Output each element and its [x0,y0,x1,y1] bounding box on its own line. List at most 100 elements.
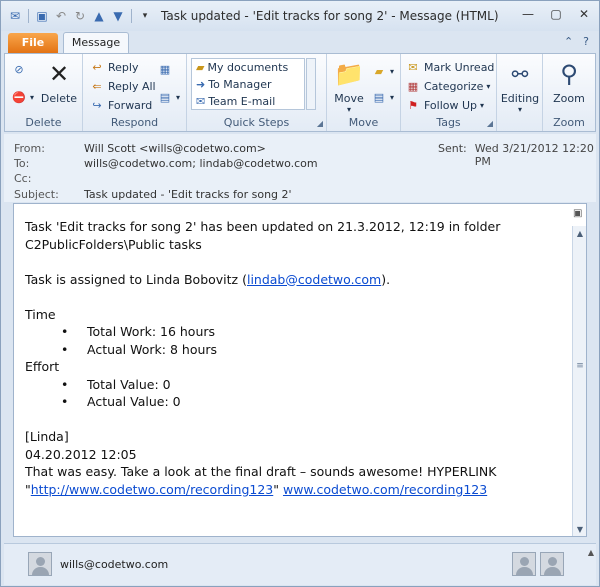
avatar[interactable] [512,552,536,576]
customize-qat-icon[interactable]: ▾ [137,8,153,24]
redo-icon[interactable]: ↻ [72,8,88,24]
list-item: • Actual Work: 8 hours [25,341,565,359]
recording-link-short[interactable]: www.codetwo.com/recording123 [283,482,487,497]
body-scrollbar[interactable]: ▲ ≡ ▼ [572,226,586,536]
avatar[interactable] [540,552,564,576]
move-button-label: Move [334,92,364,105]
tab-message[interactable]: Message [63,32,129,53]
mark-unread-button[interactable]: ✉ Mark Unread [405,58,494,76]
from-value[interactable]: Will Scott <wills@codetwo.com> [84,142,266,155]
follow-up-button[interactable]: ⚑ Follow Up ▾ [405,96,484,114]
bullet: • [61,324,69,339]
forward-manager-icon: ➜ [196,78,206,91]
quick-step-to-manager[interactable]: ➜ To Manager [192,76,304,93]
bullet: • [61,376,69,392]
junk-icon: ⛔ [12,90,26,104]
ribbon-right-controls: ⌃ ? [564,35,589,48]
reply-label: Reply [108,60,139,74]
move-group: 📁 Move ▾ ▰ ▾ ▤ ▾ Move [327,54,401,131]
categorize-button[interactable]: ▦ Categorize ▾ [405,77,491,95]
cc-label: Cc: [14,171,32,185]
meeting-button[interactable]: ▦ [157,60,173,78]
window-controls: — ▢ ✕ [521,7,591,21]
people-pane: wills@codetwo.com ▲ [4,543,596,585]
ribbon: ⊘ ⛔ ▾ ✕ Delete Delete ↩ Reply ⇐ Reply Al… [4,53,596,132]
title-bar: ✉ ▣ ↶ ↻ ▲ ▼ ▾ Task updated - 'Edit track… [1,1,599,31]
forward-icon: ↪ [92,98,102,112]
previous-item-icon[interactable]: ▲ [91,8,107,24]
reply-all-button[interactable]: ⇐ Reply All [89,77,155,95]
quick-steps-group: ▰ My documents ➜ To Manager ✉ Team E-mai… [187,54,327,131]
junk-button[interactable]: ⛔ ▾ [11,88,34,106]
outlook-app-icon[interactable]: ✉ [7,8,23,24]
list-item: • Actual Value: 0 [25,393,565,411]
to-value[interactable]: wills@codetwo.com; lindab@codetwo.com [84,157,318,170]
editing-button[interactable]: ⚯ Editing ▾ [499,58,541,114]
delete-button[interactable]: ✕ Delete [39,58,79,105]
delete-x-icon: ✕ [48,60,70,88]
categorize-label: Categorize [424,79,484,93]
actions-icon: ▤ [373,90,385,104]
recording-link[interactable]: http://www.codetwo.com/recording123 [31,482,274,497]
save-icon[interactable]: ▣ [34,8,50,24]
avatar[interactable] [28,552,52,576]
quick-steps-gallery: ▰ My documents ➜ To Manager ✉ Team E-mai… [191,58,305,110]
editing-group: ⚯ Editing ▾ [497,54,543,131]
team-email-icon: ✉ [196,95,206,108]
actions-button[interactable]: ▤ ▾ [371,88,394,106]
reply-icon: ↩ [92,60,102,74]
quick-steps-launcher-icon[interactable]: ◢ [317,119,323,128]
folder-move-icon: ▰ [196,61,205,74]
tags-group: ✉ Mark Unread ▦ Categorize ▾ ⚑ Follow Up… [401,54,497,131]
list-item-text: Actual Work: 8 hours [87,341,218,357]
undo-icon[interactable]: ↶ [53,8,69,24]
editing-button-label: Editing [500,92,540,105]
assignee-email-link[interactable]: lindab@codetwo.com [247,272,381,287]
ignore-icon: ⊘ [14,62,24,76]
tab-file[interactable]: File [8,33,58,53]
tags-group-label: Tags [436,116,461,129]
subject-row: Subject: Task updated - 'Edit tracks for… [14,186,292,202]
links-line: "http://www.codetwo.com/recording123" ww… [25,481,565,499]
people-pane-expand-icon[interactable]: ▲ [588,548,594,557]
maximize-icon[interactable]: ▢ [549,7,563,21]
next-item-icon[interactable]: ▼ [110,8,126,24]
zoom-button[interactable]: ⚲ Zoom [547,58,591,105]
rules-dropdown-icon: ▾ [390,66,395,76]
quick-step-team-email[interactable]: ✉ Team E-mail [192,93,304,110]
quick-step-my-documents[interactable]: ▰ My documents [192,59,304,76]
help-icon[interactable]: ? [583,35,589,48]
rules-button[interactable]: ▰ ▾ [371,62,394,80]
move-button[interactable]: 📁 Move ▾ [331,58,367,114]
close-icon[interactable]: ✕ [577,7,591,21]
reply-button[interactable]: ↩ Reply [89,58,138,76]
message-options-icon[interactable]: ▣ [573,208,585,222]
delete-button-label: Delete [40,92,78,105]
scroll-up-icon[interactable]: ▲ [573,226,587,240]
follow-up-dropdown-icon: ▾ [480,100,485,110]
people-pane-email[interactable]: wills@codetwo.com [60,558,168,571]
list-item: • Total Work: 16 hours [25,323,565,341]
ignore-button[interactable]: ⊘ [11,60,27,78]
window-title: Task updated - 'Edit tracks for song 2' … [161,9,499,23]
flag-icon: ⚑ [408,98,418,112]
quick-steps-scroller[interactable] [306,58,316,110]
tags-launcher-icon[interactable]: ◢ [487,119,493,128]
scroll-thumb[interactable]: ≡ [575,356,585,376]
forward-button[interactable]: ↪ Forward [89,96,152,114]
bullet: • [61,394,69,409]
message-body[interactable]: ▣ Task 'Edit tracks for song 2' has been… [13,203,587,537]
scroll-down-icon[interactable]: ▼ [573,522,587,536]
delete-group-label: Delete [25,116,62,129]
more-respond-button[interactable]: ▤ ▾ [157,88,180,106]
bullet: • [61,341,69,357]
to-label: To: [14,156,30,170]
delete-group: ⊘ ⛔ ▾ ✕ Delete Delete [5,54,83,131]
list-item: • Total Value: 0 [25,376,565,394]
reply-all-icon: ⇐ [92,79,102,93]
minimize-icon[interactable]: — [521,7,535,21]
minimize-ribbon-icon[interactable]: ⌃ [564,35,573,48]
move-group-label: Move [348,116,379,129]
assigned-line: Task is assigned to Linda Bobovitz (lind… [25,271,565,289]
